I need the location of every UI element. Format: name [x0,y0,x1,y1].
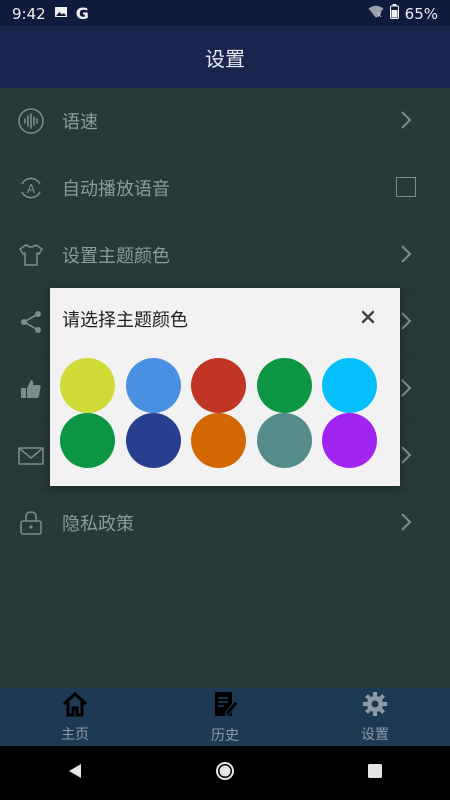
nav-label: 主页 [61,726,89,743]
system-nav-bar [0,746,450,800]
color-swatch[interactable] [256,358,312,413]
setting-row-auto-play[interactable]: A 自动播放语音 [0,155,450,222]
home-button[interactable] [195,753,255,793]
color-swatch[interactable] [125,413,181,468]
home-circle-icon [215,761,235,785]
close-icon [361,310,375,324]
tshirt-icon [17,241,45,269]
status-time: 9:42 [12,4,46,23]
google-notification-icon: G [75,4,89,23]
color-swatch[interactable] [60,413,115,468]
color-swatch[interactable] [125,358,181,413]
svg-text:x: x [377,10,382,19]
image-notification-icon [54,5,68,23]
battery-icon [389,4,399,23]
setting-label: 自动播放语音 [62,179,170,200]
setting-label: 隐私政策 [62,514,134,535]
thumbs-up-icon [17,375,45,403]
auto-play-voice-icon: A [17,174,45,202]
setting-row-theme-color[interactable]: 设置主题颜色 [0,222,450,289]
wifi-icon: x [368,5,384,23]
color-swatch[interactable] [322,358,377,413]
back-button[interactable] [45,753,105,793]
chevron-right-icon [400,244,412,269]
mail-icon [17,442,45,470]
app-bar: 设置 [0,26,450,88]
chevron-right-icon [400,445,412,470]
nav-item-settings[interactable]: 设置 [300,688,450,746]
chevron-right-icon [400,512,412,537]
status-bar-right: x 65% [368,4,438,23]
chevron-right-icon [400,378,412,403]
status-bar: 9:42 G x 65% [0,0,450,26]
nav-label: 设置 [361,726,389,743]
nav-item-home[interactable]: 主页 [0,688,150,746]
nav-item-history[interactable]: 历史 [150,688,300,746]
close-button[interactable] [356,305,380,329]
voice-wave-icon [17,107,45,135]
color-swatch[interactable] [60,358,115,413]
svg-text:A: A [27,182,36,196]
status-bar-left: 9:42 G [12,4,89,23]
page-title: 设置 [205,46,245,71]
history-icon [211,690,239,722]
color-swatch[interactable] [256,413,312,468]
lock-icon [17,509,45,537]
recents-button[interactable] [345,753,405,793]
setting-label: 设置主题颜色 [62,246,170,267]
color-swatch-grid [60,358,390,468]
back-triangle-icon [66,762,84,784]
color-swatch[interactable] [191,358,246,413]
settings-gear-icon [362,691,388,721]
color-swatch[interactable] [322,413,377,468]
setting-row-speech-rate[interactable]: 语速 [0,88,450,155]
chevron-right-icon [400,110,412,135]
battery-percent: 65% [404,4,438,23]
theme-color-dialog: 请选择主题颜色 [50,288,400,486]
auto-play-checkbox[interactable] [396,177,416,197]
setting-row-privacy[interactable]: 隐私政策 [0,490,450,557]
dialog-title: 请选择主题颜色 [62,310,188,331]
setting-label: 语速 [62,112,98,133]
recents-square-icon [367,763,383,783]
share-icon [17,308,45,336]
bottom-nav: 主页 历史 设置 [0,688,450,746]
color-swatch[interactable] [191,413,246,468]
home-icon [61,691,89,721]
nav-label: 历史 [211,727,239,744]
chevron-right-icon [400,311,412,336]
